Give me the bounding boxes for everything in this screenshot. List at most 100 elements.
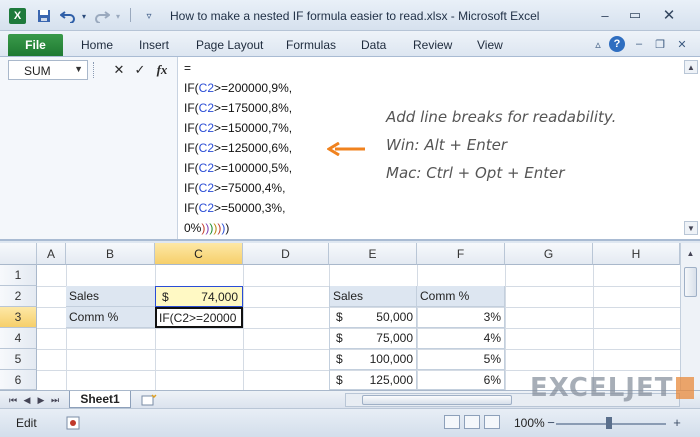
zoom-out-icon[interactable]: − bbox=[544, 415, 558, 430]
workbook-close-icon[interactable]: ✕ bbox=[674, 36, 690, 52]
tab-insert[interactable]: Insert bbox=[139, 38, 169, 52]
table-row-pct[interactable]: 5% bbox=[417, 349, 505, 370]
help-icon[interactable]: ? bbox=[609, 36, 625, 52]
page-break-view-icon[interactable] bbox=[484, 415, 500, 429]
save-icon[interactable] bbox=[36, 8, 52, 24]
scroll-thumb[interactable] bbox=[362, 395, 512, 405]
formula-line: IF(C2>=175000,8%, bbox=[184, 101, 292, 115]
last-sheet-icon[interactable]: ⏭ bbox=[48, 393, 62, 407]
redo-icon[interactable] bbox=[92, 8, 112, 24]
table-header-sales[interactable]: Sales bbox=[329, 286, 417, 307]
row-header-3[interactable]: 3 bbox=[0, 307, 37, 328]
cancel-icon[interactable]: ✕ bbox=[110, 60, 128, 80]
scroll-up-icon[interactable]: ▲ bbox=[684, 247, 697, 259]
row-header-1[interactable]: 1 bbox=[0, 265, 37, 286]
table-row-pct[interactable]: 3% bbox=[417, 307, 505, 328]
workbook-minimize-icon[interactable]: – bbox=[631, 36, 647, 52]
tab-view[interactable]: View bbox=[477, 38, 503, 52]
insert-sheet-icon[interactable] bbox=[140, 393, 158, 407]
chevron-down-icon[interactable]: ▼ bbox=[74, 64, 83, 74]
formula-cell-ref: C2 bbox=[198, 101, 215, 115]
column-header-g[interactable]: G bbox=[505, 243, 593, 265]
formula-bar-grip[interactable] bbox=[93, 62, 95, 78]
column-header-c[interactable]: C bbox=[155, 243, 243, 265]
formula-line-text: IF( bbox=[184, 161, 199, 175]
tab-home[interactable]: Home bbox=[81, 38, 113, 52]
arrow-left-icon bbox=[327, 142, 365, 156]
formula-editor[interactable]: = IF(C2>=200000,9%, IF(C2>=175000,8%, IF… bbox=[177, 57, 700, 239]
customize-qat-icon[interactable]: ▿ bbox=[142, 8, 156, 24]
table-header-comm[interactable]: Comm % bbox=[417, 286, 505, 307]
file-tab[interactable]: File bbox=[8, 34, 63, 56]
column-header-e[interactable]: E bbox=[329, 243, 417, 265]
workbook-restore-icon[interactable]: ❐ bbox=[652, 36, 668, 52]
enter-icon[interactable]: ✓ bbox=[131, 60, 149, 80]
tab-review[interactable]: Review bbox=[413, 38, 452, 52]
annotation-title: Add line breaks for readability. bbox=[386, 108, 617, 126]
currency-symbol: $ bbox=[336, 372, 343, 387]
row-header-6[interactable]: 6 bbox=[0, 370, 37, 390]
scroll-up-icon[interactable]: ▲ bbox=[684, 60, 698, 74]
prev-sheet-icon[interactable]: ◀ bbox=[20, 393, 34, 407]
macro-record-icon[interactable] bbox=[66, 416, 80, 430]
row-header-2[interactable]: 2 bbox=[0, 286, 37, 307]
insert-function-icon[interactable]: fx bbox=[153, 60, 171, 80]
redo-dropdown-icon[interactable]: ▾ bbox=[113, 8, 123, 24]
maximize-icon[interactable]: ▭ bbox=[624, 6, 646, 24]
column-header-a[interactable]: A bbox=[37, 243, 66, 265]
minimize-icon[interactable]: – bbox=[594, 6, 616, 24]
worksheet-grid: A B C D E F G H 1 2 3 4 5 6 Sales Comm %… bbox=[0, 243, 700, 390]
formula-line: IF(C2>=125000,6%, bbox=[184, 141, 292, 155]
window-title: How to make a nested IF formula easier t… bbox=[170, 9, 540, 23]
watermark-logo-icon bbox=[676, 377, 695, 399]
excel-logo-icon[interactable]: X bbox=[9, 8, 26, 24]
undo-dropdown-icon[interactable]: ▾ bbox=[79, 8, 89, 24]
row-header-4[interactable]: 4 bbox=[0, 328, 37, 349]
paren: ) bbox=[225, 221, 230, 235]
normal-view-icon[interactable] bbox=[444, 415, 460, 429]
zoom-slider-handle[interactable] bbox=[606, 417, 612, 429]
table-row[interactable]: $75,000 bbox=[329, 328, 417, 349]
formula-cell-ref: C2 bbox=[198, 161, 215, 175]
next-sheet-icon[interactable]: ▶ bbox=[34, 393, 48, 407]
sheet-tab-sheet1[interactable]: Sheet1 bbox=[69, 391, 131, 408]
tab-formulas[interactable]: Formulas bbox=[286, 38, 336, 52]
zoom-level[interactable]: 100% bbox=[514, 416, 545, 430]
cell-c3-editor[interactable]: IF(C2>=20000 bbox=[155, 307, 243, 328]
ribbon-minimize-icon[interactable]: ▵ bbox=[590, 36, 606, 52]
column-header-b[interactable]: B bbox=[66, 243, 155, 265]
status-mode: Edit bbox=[16, 416, 37, 430]
cell-b2[interactable]: Sales bbox=[66, 286, 155, 307]
page-layout-view-icon[interactable] bbox=[464, 415, 480, 429]
vertical-scrollbar[interactable]: ▲ bbox=[680, 243, 700, 390]
table-row-pct[interactable]: 4% bbox=[417, 328, 505, 349]
formula-line: IF(C2>=75000,4%, bbox=[184, 181, 285, 195]
scroll-down-icon[interactable]: ▼ bbox=[684, 221, 698, 235]
tab-data[interactable]: Data bbox=[361, 38, 386, 52]
undo-icon[interactable] bbox=[58, 8, 78, 24]
watermark-text: EXCELJET bbox=[530, 373, 674, 403]
name-box[interactable]: SUM ▼ bbox=[8, 60, 88, 80]
table-row[interactable]: $125,000 bbox=[329, 370, 417, 390]
amount: 75,000 bbox=[376, 331, 413, 345]
table-row[interactable]: $50,000 bbox=[329, 307, 417, 328]
scroll-thumb[interactable] bbox=[684, 267, 697, 297]
column-header-d[interactable]: D bbox=[243, 243, 329, 265]
table-row[interactable]: $100,000 bbox=[329, 349, 417, 370]
formula-line-text: 0% bbox=[184, 221, 202, 235]
close-icon[interactable]: ✕ bbox=[658, 6, 680, 24]
formula-bar: SUM ▼ ✕ ✓ fx = IF(C2>=200000,9%, IF(C2>=… bbox=[0, 57, 700, 241]
cell-c2[interactable]: $ 74,000 bbox=[155, 286, 243, 307]
exceljet-watermark: EXCELJET bbox=[530, 373, 695, 403]
first-sheet-icon[interactable]: ⏮ bbox=[6, 393, 20, 407]
select-all-corner[interactable] bbox=[0, 243, 37, 265]
formula-cell-ref: C2 bbox=[198, 81, 215, 95]
tab-page-layout[interactable]: Page Layout bbox=[196, 38, 263, 52]
column-header-h[interactable]: H bbox=[593, 243, 680, 265]
row-header-5[interactable]: 5 bbox=[0, 349, 37, 370]
zoom-in-icon[interactable]: + bbox=[670, 415, 684, 430]
table-row-pct[interactable]: 6% bbox=[417, 370, 505, 390]
cell-b3[interactable]: Comm % bbox=[66, 307, 155, 328]
column-header-f[interactable]: F bbox=[417, 243, 505, 265]
formula-line-text: >=125000,6%, bbox=[214, 141, 293, 155]
